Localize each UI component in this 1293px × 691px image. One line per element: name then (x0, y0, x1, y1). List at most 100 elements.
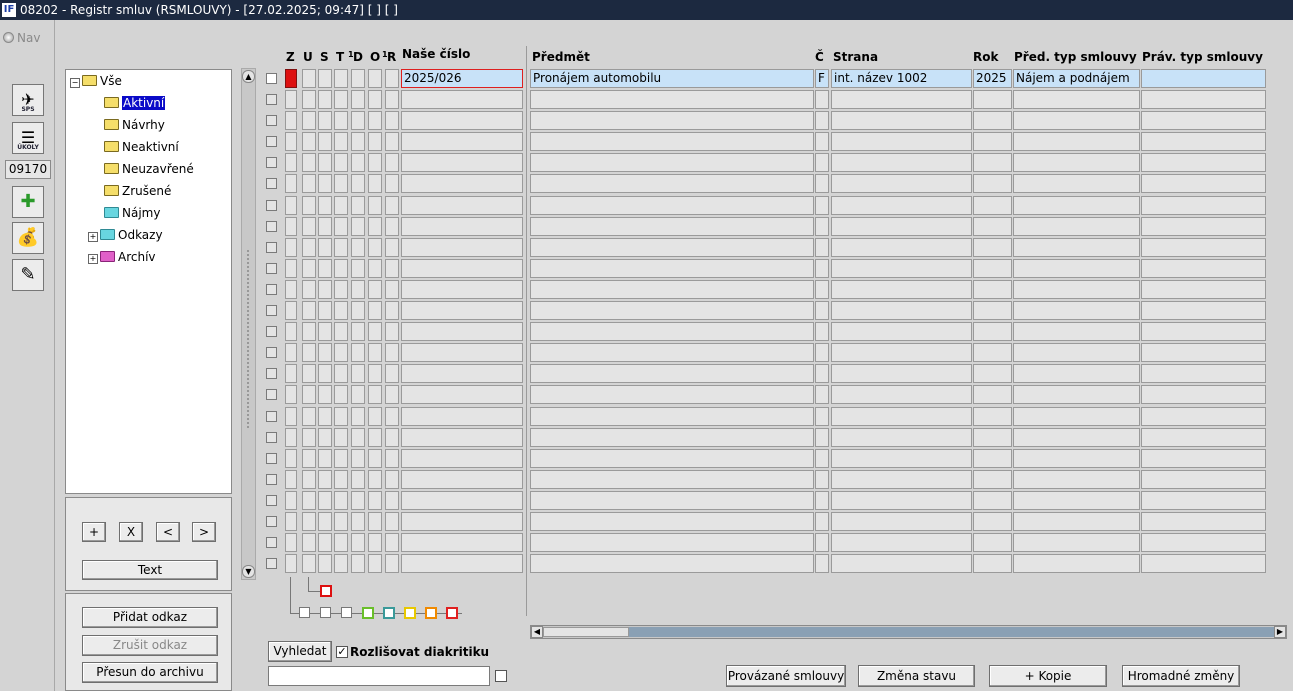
status-t-cell[interactable] (334, 69, 348, 88)
grid-cell[interactable] (385, 427, 399, 447)
grid-cell[interactable] (1013, 153, 1140, 173)
grid-cell[interactable] (302, 216, 316, 236)
grid-cell[interactable] (815, 132, 829, 152)
grid-cell[interactable] (973, 111, 1012, 131)
grid-cell[interactable] (285, 406, 297, 426)
grid-cell[interactable] (302, 469, 316, 489)
grid-cell[interactable] (368, 195, 382, 215)
grid-cell[interactable] (401, 258, 523, 278)
grid-cell[interactable] (815, 469, 829, 489)
grid-cell[interactable] (401, 111, 523, 131)
row-select-checkbox[interactable] (266, 94, 277, 105)
grid-cell[interactable] (401, 490, 523, 510)
eraser-button[interactable]: ✎ (12, 259, 44, 291)
grid-cell[interactable] (318, 322, 332, 342)
our-number-cell[interactable]: 2025/026 (401, 69, 523, 88)
grid-cell[interactable] (530, 174, 814, 194)
grid-cell[interactable] (1013, 364, 1140, 384)
grid-cell[interactable] (368, 174, 382, 194)
table-row[interactable] (266, 448, 1266, 469)
grid-cell[interactable] (334, 533, 348, 553)
tree-item-links[interactable]: + Odkazy (88, 226, 163, 244)
grid-cell[interactable] (1141, 364, 1266, 384)
grid-cell[interactable] (831, 301, 972, 320)
grid-cell[interactable] (285, 301, 297, 320)
grid-cell[interactable] (815, 533, 829, 553)
grid-cell[interactable] (1141, 385, 1266, 405)
grid-cell[interactable] (302, 174, 316, 194)
status-z-cell[interactable] (285, 69, 297, 88)
grid-cell[interactable] (815, 343, 829, 363)
add-link-button[interactable]: Přidat odkaz (82, 607, 218, 628)
grid-cell[interactable] (815, 195, 829, 215)
table-row[interactable] (266, 300, 1266, 321)
table-row[interactable] (266, 427, 1266, 448)
table-row[interactable] (266, 131, 1266, 152)
tree-item-cancelled[interactable]: Zrušené (104, 182, 171, 200)
grid-cell[interactable] (530, 132, 814, 152)
grid-cell[interactable] (401, 216, 523, 236)
grid-cell[interactable] (385, 469, 399, 489)
change-state-button[interactable]: Změna stavu (858, 665, 975, 687)
party-cell[interactable]: int. název 1002 (831, 69, 972, 88)
grid-cell[interactable] (368, 111, 382, 131)
c-cell[interactable]: F (815, 69, 829, 88)
grid-cell[interactable] (973, 512, 1012, 531)
row-select-checkbox[interactable] (266, 410, 277, 422)
grid-cell[interactable] (1013, 258, 1140, 278)
row-select-checkbox[interactable] (266, 136, 277, 148)
grid-cell[interactable] (334, 216, 348, 236)
grid-cell[interactable] (401, 279, 523, 299)
grid-cell[interactable] (973, 195, 1012, 215)
grid-cell[interactable] (973, 237, 1012, 257)
grid-cell[interactable] (1141, 554, 1266, 574)
grid-cell[interactable] (285, 279, 297, 299)
grid-cell[interactable] (385, 490, 399, 510)
tasks-button[interactable]: ☰ ÚKOLY (12, 122, 44, 154)
grid-cell[interactable] (831, 195, 972, 215)
grid-cell[interactable] (530, 237, 814, 257)
grid-cell[interactable] (285, 322, 297, 342)
table-row[interactable] (266, 553, 1266, 574)
grid-cell[interactable] (302, 554, 316, 574)
grid-cell[interactable] (385, 111, 399, 131)
grid-cell[interactable] (401, 153, 523, 173)
grid-cell[interactable] (302, 490, 316, 510)
grid-cell[interactable] (831, 448, 972, 468)
grid-cell[interactable] (351, 195, 365, 215)
status-s-cell[interactable] (318, 69, 332, 88)
grid-cell[interactable] (1141, 343, 1266, 363)
grid-cell[interactable] (318, 554, 332, 574)
grid-cell[interactable] (815, 301, 829, 320)
grid-cell[interactable] (368, 153, 382, 173)
bulk-changes-button[interactable]: Hromadné změny (1122, 665, 1240, 687)
search-button[interactable]: Vyhledat (268, 641, 332, 662)
grid-cell[interactable] (530, 406, 814, 426)
grid-cell[interactable] (385, 533, 399, 553)
grid-cell[interactable] (334, 490, 348, 510)
row-select-checkbox[interactable] (266, 431, 277, 443)
grid-cell[interactable] (368, 512, 382, 531)
grid-cell[interactable] (401, 469, 523, 489)
grid-cell[interactable] (530, 258, 814, 278)
grid-cell[interactable] (285, 258, 297, 278)
grid-cell[interactable] (1141, 469, 1266, 489)
grid-cell[interactable] (385, 448, 399, 468)
grid-cell[interactable] (530, 385, 814, 405)
grid-cell[interactable] (1141, 132, 1266, 152)
row-select-checkbox[interactable] (266, 494, 277, 506)
grid-cell[interactable] (351, 153, 365, 173)
grid-cell[interactable] (334, 427, 348, 447)
grid-cell[interactable] (401, 406, 523, 426)
grid-cell[interactable] (302, 279, 316, 299)
grid-cell[interactable] (973, 279, 1012, 299)
horizontal-scroll-thumb[interactable] (543, 627, 629, 637)
scroll-down-icon[interactable]: ▼ (242, 565, 255, 578)
grid-cell[interactable] (385, 258, 399, 278)
grid-cell[interactable] (815, 90, 829, 109)
scroll-right-icon[interactable]: ▶ (1274, 626, 1286, 638)
grid-cell[interactable] (318, 343, 332, 363)
table-row[interactable] (266, 110, 1266, 131)
grid-cell[interactable] (351, 132, 365, 152)
grid-cell[interactable] (318, 533, 332, 553)
